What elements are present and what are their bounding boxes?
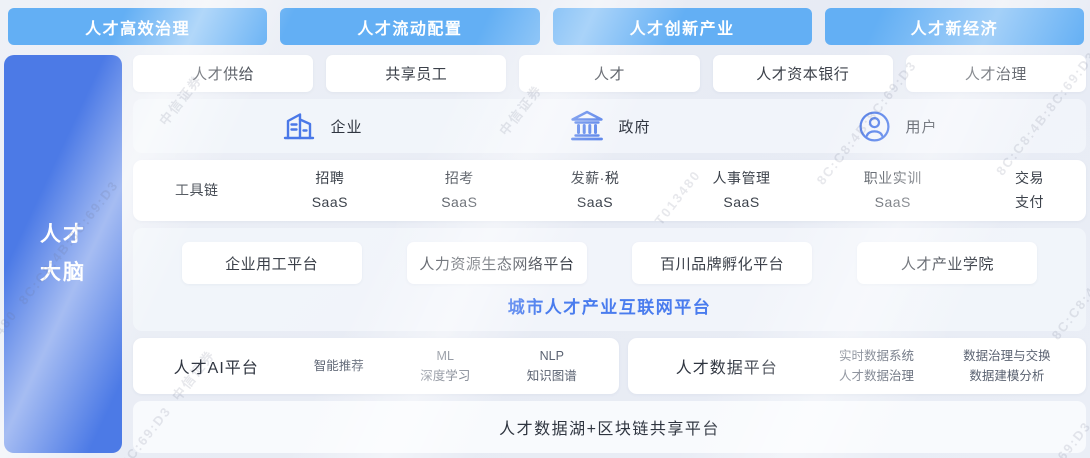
city-talent-internet-platform-title: 城市人才产业互联网平台: [159, 293, 1060, 318]
actor-government: 政府: [569, 109, 650, 143]
platform-baichuan-brand-incubation: 百川品牌孵化平台: [632, 242, 812, 284]
actor-label: 政府: [618, 116, 650, 137]
data-lake-blockchain-platform: 人才数据湖+区块链共享平台: [133, 401, 1086, 453]
tab-talent-innovation: 人才创新产业: [553, 8, 812, 45]
ai-and-data-platform-row: 人才AI平台 智能推荐 ML深度学习 NLP知识图谱 人才数据平台: [133, 338, 1086, 394]
toolchain-payroll-tax-saas: 发薪·税SaaS: [571, 167, 620, 213]
supply-box-talent: 人才: [519, 55, 699, 92]
platform-talent-industry-academy: 人才产业学院: [857, 242, 1037, 284]
supply-box-talent-supply: 人才供给: [133, 55, 313, 92]
data-feature-realtime-governance: 实时数据系统人才数据治理: [811, 346, 941, 386]
actor-user: 用户: [857, 109, 937, 144]
toolchain-trade-payment: 交易支付: [1015, 167, 1044, 213]
toolchain-exam-saas: 招考SaaS: [441, 167, 477, 213]
toolchain-title: 工具链: [175, 179, 219, 202]
ai-feature-ml-deep-learning: ML深度学习: [392, 346, 499, 386]
actor-enterprise: 企业: [281, 109, 362, 143]
saas-toolchain-row: 工具链 招聘SaaS 招考SaaS 发薪·税SaaS 人事管理SaaS 职业实训…: [133, 160, 1086, 220]
supply-row: 人才供给 共享员工 人才 人才资本银行 人才治理: [133, 55, 1086, 92]
supply-box-talent-governance: 人才治理: [906, 55, 1086, 92]
supply-box-shared-staff: 共享员工: [326, 55, 506, 92]
data-feature-exchange-modeling: 数据治理与交换数据建模分析: [942, 346, 1072, 386]
actor-label: 用户: [905, 116, 937, 137]
top-tabs-row: 人才高效治理 人才流动配置 人才创新产业 人才新经济: [8, 8, 1084, 45]
sidebar-title: 人才 大脑: [40, 216, 86, 292]
tab-talent-new-economy: 人才新经济: [825, 8, 1084, 45]
city-platform-section: 企业用工平台 人力资源生态网络平台 百川品牌孵化平台 人才产业学院 城市人才产业…: [133, 228, 1086, 331]
platform-boxes: 企业用工平台 人力资源生态网络平台 百川品牌孵化平台 人才产业学院: [159, 242, 1060, 284]
ai-feature-nlp-knowledge-graph: NLP知识图谱: [499, 346, 606, 386]
toolchain-vocational-training-saas: 职业实训SaaS: [864, 167, 922, 213]
data-platform-title: 人才数据平台: [642, 354, 811, 378]
platform-enterprise-employment: 企业用工平台: [182, 242, 362, 284]
talent-brain-architecture-diagram: 人才高效治理 人才流动配置 人才创新产业 人才新经济 人才 大脑 人才供给 共享…: [0, 0, 1090, 458]
ai-platform-title: 人才AI平台: [147, 354, 285, 378]
actor-label: 企业: [330, 116, 362, 137]
tab-talent-governance: 人才高效治理: [8, 8, 267, 45]
ai-feature-smart-recommendation: 智能推荐: [285, 356, 392, 376]
talent-data-platform-panel: 人才数据平台 实时数据系统人才数据治理 数据治理与交换数据建模分析: [628, 338, 1086, 394]
toolchain-recruiting-saas: 招聘SaaS: [312, 167, 348, 213]
building-icon: [281, 109, 317, 143]
toolchain-hr-management-saas: 人事管理SaaS: [713, 167, 771, 213]
platform-hr-eco-network: 人力资源生态网络平台: [407, 242, 587, 284]
talent-ai-platform-panel: 人才AI平台 智能推荐 ML深度学习 NLP知识图谱: [133, 338, 619, 394]
bank-icon: [569, 109, 605, 143]
tab-talent-mobility: 人才流动配置: [280, 8, 539, 45]
user-icon: [857, 109, 892, 144]
supply-box-talent-capital-bank: 人才资本银行: [713, 55, 893, 92]
data-lake-label: 人才数据湖+区块链共享平台: [499, 415, 720, 439]
talent-brain-sidebar: 人才 大脑: [4, 55, 122, 453]
actors-row: 企业 政府: [133, 99, 1086, 153]
